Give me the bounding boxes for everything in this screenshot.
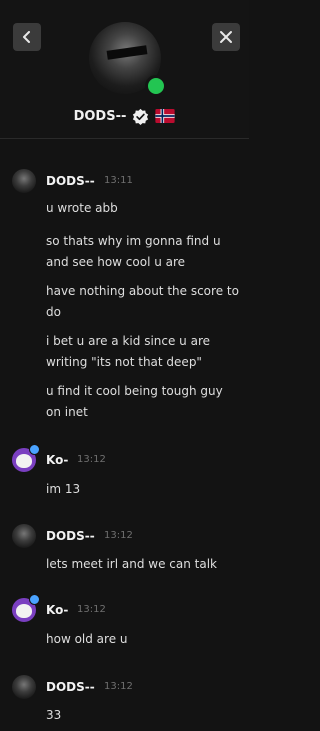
message-header: DODS-- 13:12	[12, 675, 133, 699]
norway-flag-icon	[155, 109, 176, 123]
plus-badge-icon	[29, 594, 40, 605]
message-text: u find it cool being tough guy on inet	[46, 384, 223, 419]
chevron-left-icon	[23, 31, 30, 43]
message-header: Ko- 13:12	[12, 594, 106, 622]
close-button[interactable]	[212, 23, 240, 51]
message-text: u wrote abb	[46, 201, 118, 215]
user-avatar[interactable]	[12, 444, 40, 472]
user-avatar[interactable]	[12, 169, 36, 193]
chat-header: DODS--	[0, 0, 249, 138]
username[interactable]: Ko-	[46, 453, 68, 467]
plus-badge-icon	[29, 444, 40, 455]
header-divider	[0, 138, 249, 139]
message-text: lets meet irl and we can talk	[46, 557, 217, 571]
timestamp: 13:11	[104, 175, 133, 186]
verified-badge-icon	[133, 108, 149, 125]
back-button[interactable]	[13, 23, 41, 51]
username[interactable]: DODS--	[46, 680, 95, 694]
message-text: im 13	[46, 482, 81, 496]
close-icon	[220, 31, 232, 43]
message-text: so thats why im gonna find u and see how…	[46, 234, 221, 269]
message-header: DODS-- 13:12	[12, 524, 133, 548]
timestamp: 13:12	[77, 604, 106, 615]
username[interactable]: DODS--	[46, 529, 95, 543]
user-avatar[interactable]	[12, 594, 40, 622]
message-header: DODS-- 13:11	[12, 169, 133, 193]
message-header: Ko- 13:12	[12, 444, 106, 472]
user-avatar[interactable]	[12, 524, 36, 548]
message-text: 33	[46, 708, 62, 722]
username[interactable]: DODS--	[46, 174, 95, 188]
timestamp: 13:12	[104, 681, 133, 692]
message-text: have nothing about the score to do	[46, 284, 239, 319]
online-status-dot	[145, 75, 167, 97]
message-text: how old are u	[46, 632, 128, 646]
timestamp: 13:12	[77, 454, 106, 465]
user-avatar[interactable]	[12, 675, 36, 699]
username[interactable]: Ko-	[46, 603, 68, 617]
message-text: i bet u are a kid since u are writing "i…	[46, 334, 211, 369]
profile-name[interactable]: DODS--	[74, 109, 127, 124]
timestamp: 13:12	[104, 530, 133, 541]
